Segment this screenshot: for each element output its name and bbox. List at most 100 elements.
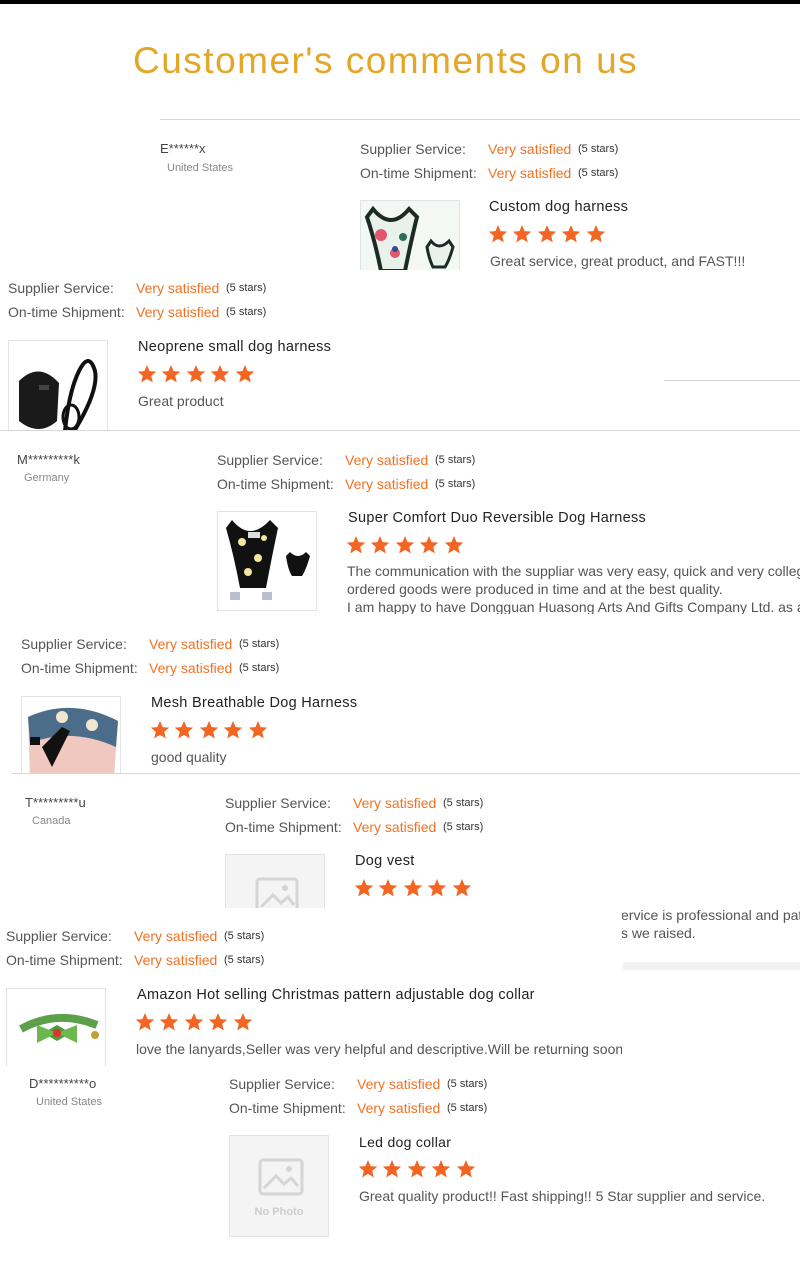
ontime-shipment-label: On-time Shipment: (360, 165, 477, 181)
star-icon (248, 720, 268, 740)
dog-harness-image (22, 697, 120, 773)
star-icon (135, 1012, 155, 1032)
product-name[interactable]: Neoprene small dog harness (138, 339, 331, 355)
product-name[interactable]: Mesh Breathable Dog Harness (151, 695, 357, 711)
review-card: Supplier Service: Very satisfied (5 star… (12, 626, 800, 773)
rating-stars (135, 1012, 253, 1037)
ontime-shipment-value: Very satisfied (136, 304, 220, 320)
product-name[interactable]: Custom dog harness (489, 199, 628, 215)
star-icon (419, 535, 439, 555)
star-icon (208, 1012, 228, 1032)
review-comment: love the lanyards,Seller was very helpfu… (136, 1041, 622, 1057)
supplier-service-stars: (5 stars) (443, 797, 484, 809)
product-name[interactable]: Led dog collar (359, 1134, 451, 1150)
supplier-service-value: Very satisfied (345, 452, 429, 468)
product-thumbnail[interactable] (21, 696, 121, 773)
supplier-service-label: Supplier Service: (21, 636, 127, 652)
product-thumbnail[interactable] (8, 340, 108, 430)
ontime-shipment-stars: (5 stars) (226, 306, 267, 318)
dog-harness-image (361, 201, 459, 270)
review-comment: The communication with the suppliar was … (347, 563, 800, 579)
star-icon (407, 1159, 427, 1179)
review-card: M*********k Germany Supplier Service: Ve… (0, 431, 800, 614)
buyer-country: Germany (24, 472, 70, 484)
divider (664, 380, 800, 381)
review-comment: Great product (138, 393, 224, 409)
ontime-shipment-value: Very satisfied (353, 819, 437, 835)
supplier-service-label: Supplier Service: (8, 280, 114, 296)
supplier-service-label: Supplier Service: (6, 928, 112, 944)
supplier-service-value: Very satisfied (353, 795, 437, 811)
ontime-shipment-value: Very satisfied (345, 476, 429, 492)
star-icon (186, 364, 206, 384)
star-icon (427, 878, 447, 898)
star-icon (444, 535, 464, 555)
buyer-name: D**********o (29, 1076, 97, 1091)
review-comment: Great service, great product, and FAST!!… (490, 253, 746, 269)
star-icon (452, 878, 472, 898)
review-card: E******x United States Supplier Service:… (0, 120, 800, 270)
ontime-shipment-label: On-time Shipment: (225, 819, 342, 835)
star-icon (199, 720, 219, 740)
product-thumbnail[interactable] (6, 988, 106, 1066)
star-icon (150, 720, 170, 740)
supplier-service-stars: (5 stars) (239, 638, 280, 650)
star-icon (537, 224, 557, 244)
review-card: Supplier Service: Very satisfied (5 star… (0, 270, 800, 430)
ontime-shipment-stars: (5 stars) (224, 954, 265, 966)
ontime-shipment-stars: (5 stars) (239, 662, 280, 674)
ontime-shipment-label: On-time Shipment: (217, 476, 334, 492)
review-comment: s we raised. (621, 925, 696, 941)
product-thumbnail[interactable]: No Photo (229, 1135, 329, 1237)
ontime-shipment-value: Very satisfied (357, 1100, 441, 1116)
product-name[interactable]: Amazon Hot selling Christmas pattern adj… (137, 987, 535, 1003)
ontime-shipment-value: Very satisfied (149, 660, 233, 676)
supplier-service-value: Very satisfied (134, 928, 218, 944)
ontime-shipment-label: On-time Shipment: (229, 1100, 346, 1116)
ontime-shipment-value: Very satisfied (488, 165, 572, 181)
rating-stars (137, 364, 255, 389)
rating-stars (346, 535, 464, 560)
product-thumbnail[interactable] (217, 511, 317, 611)
supplier-service-stars: (5 stars) (578, 143, 619, 155)
review-card: D**********o United States Supplier Serv… (0, 1066, 800, 1280)
buyer-country: United States (36, 1096, 103, 1108)
dog-collar-image (7, 989, 105, 1066)
rating-stars (354, 878, 472, 903)
product-thumbnail[interactable] (225, 854, 325, 909)
product-thumbnail[interactable] (360, 200, 460, 270)
supplier-service-label: Supplier Service: (225, 795, 331, 811)
supplier-service-stars: (5 stars) (226, 282, 267, 294)
ontime-shipment-stars: (5 stars) (447, 1102, 488, 1114)
star-icon (235, 364, 255, 384)
review-card: Supplier Service: Very satisfied (5 star… (0, 908, 622, 1066)
image-placeholder-icon (226, 855, 324, 909)
ontime-shipment-label: On-time Shipment: (21, 660, 138, 676)
ontime-shipment-value: Very satisfied (134, 952, 218, 968)
rating-stars (358, 1159, 476, 1184)
supplier-service-value: Very satisfied (488, 141, 572, 157)
star-icon (354, 878, 374, 898)
star-icon (210, 364, 230, 384)
image-placeholder-icon: No Photo (230, 1136, 328, 1236)
star-icon (137, 364, 157, 384)
ontime-shipment-stars: (5 stars) (443, 821, 484, 833)
star-icon (174, 720, 194, 740)
star-icon (586, 224, 606, 244)
buyer-name: M*********k (17, 452, 80, 467)
review-comment: good quality (151, 749, 227, 765)
star-icon (378, 878, 398, 898)
buyer-country: United States (167, 162, 234, 174)
buyer-name: T*********u (25, 795, 86, 810)
ontime-shipment-label: On-time Shipment: (8, 304, 125, 320)
star-icon (184, 1012, 204, 1032)
divider (623, 962, 800, 970)
star-icon (161, 364, 181, 384)
dog-harness-image (218, 512, 316, 610)
product-name[interactable]: Super Comfort Duo Reversible Dog Harness (348, 510, 646, 526)
product-name[interactable]: Dog vest (355, 853, 415, 869)
star-icon (488, 224, 508, 244)
star-icon (561, 224, 581, 244)
supplier-service-stars: (5 stars) (447, 1078, 488, 1090)
star-icon (456, 1159, 476, 1179)
